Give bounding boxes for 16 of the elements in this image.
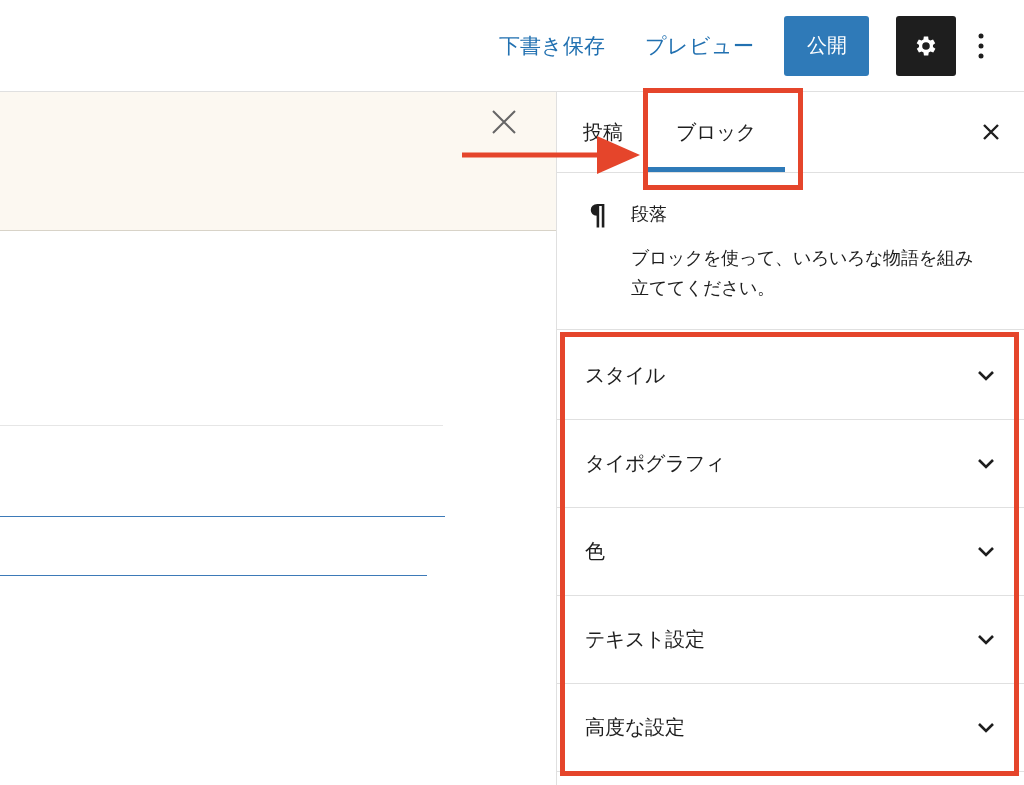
close-icon xyxy=(983,124,999,140)
header-link[interactable]: プレビュー xyxy=(645,31,754,60)
more-options-icon[interactable] xyxy=(978,32,984,59)
paragraph-icon: ¶ xyxy=(589,199,611,303)
header-link[interactable]: 下書き保存 xyxy=(499,31,605,60)
close-icon xyxy=(491,109,517,135)
panel-title: スタイル xyxy=(585,362,665,389)
panel-title: タイポグラフィ xyxy=(585,450,725,477)
panel-title: 色 xyxy=(585,538,605,565)
sidebar-tab[interactable]: ブロック xyxy=(647,92,785,172)
panel-title: テキスト設定 xyxy=(585,626,705,653)
panel-title: 高度な設定 xyxy=(585,714,685,741)
block-title: 段落 xyxy=(631,202,668,226)
block-description: ブロックを使って、いろいろな物語を組み立ててください。 xyxy=(631,246,974,300)
publish-button[interactable]: 公開 xyxy=(784,15,869,76)
settings-button[interactable] xyxy=(896,15,956,76)
